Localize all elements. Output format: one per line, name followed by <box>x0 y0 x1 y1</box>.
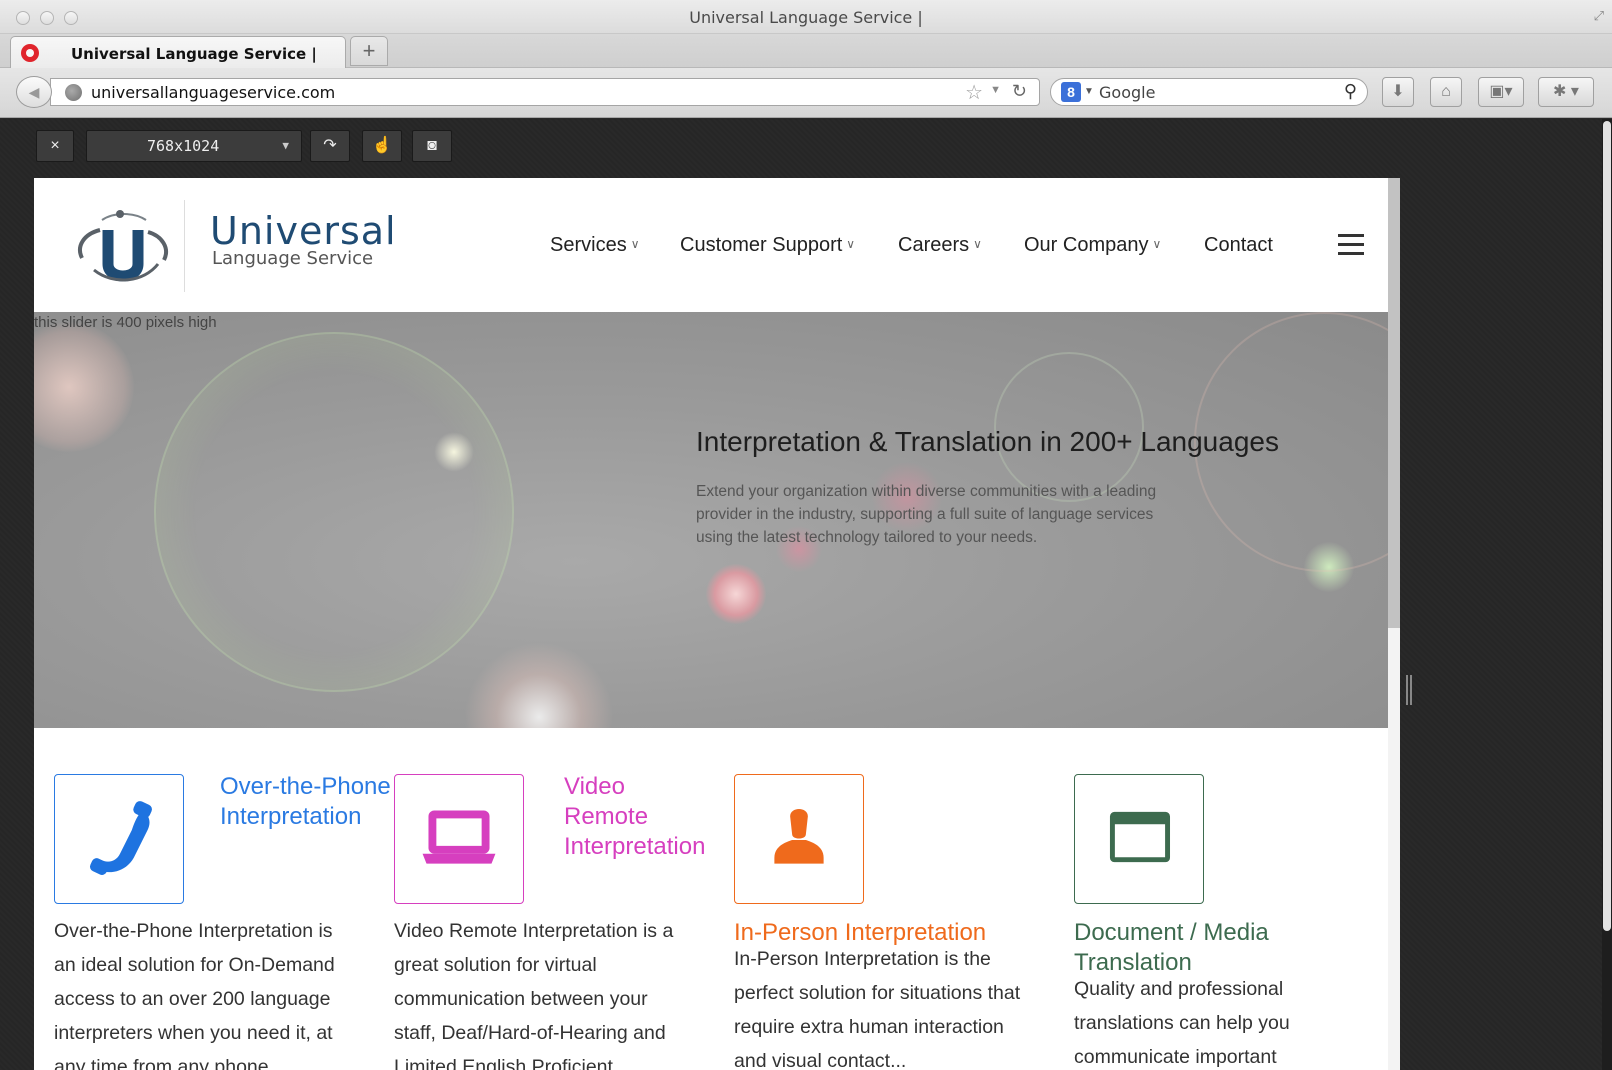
hero-text: Extend your organization within diverse … <box>696 483 1157 546</box>
tab-bar: Universal Language Service | + <box>0 34 1612 68</box>
close-responsive-button[interactable]: × <box>36 130 74 162</box>
in-person-feature-desc: In-Person Interpretation is the perfect … <box>734 948 1021 1070</box>
page-scrollbar-thumb[interactable] <box>1388 178 1400 628</box>
chevron-down-icon: ∨ <box>1152 237 1162 251</box>
downloads-button[interactable]: ⬇ <box>1382 77 1414 107</box>
search-icon[interactable]: ⚲ <box>1344 81 1357 102</box>
lens-flare <box>34 322 134 452</box>
reload-icon[interactable]: ↻ <box>1012 81 1027 102</box>
nav-label: Our Company <box>1024 234 1149 256</box>
document-feature-title[interactable]: Document / Media Translation <box>1074 918 1269 978</box>
document-feature-desc: Quality and professional translations ca… <box>1074 978 1290 1068</box>
addon-menu-button[interactable]: ✱ ▾ <box>1538 77 1594 107</box>
back-button[interactable]: ◀ <box>16 76 52 108</box>
nav-contact[interactable]: Contact <box>1204 234 1273 257</box>
web-page: Universal Language Service Services ∨ Cus… <box>34 178 1400 1070</box>
tab-universal-language-service[interactable]: Universal Language Service | <box>10 36 346 68</box>
universal-logo-icon[interactable] <box>74 202 172 290</box>
outer-scrollbar-thumb[interactable] <box>1603 121 1611 931</box>
screenshot-camera-icon[interactable]: ◙ <box>412 130 452 162</box>
chevron-down-icon: ∨ <box>630 237 640 251</box>
lens-flare <box>464 642 614 728</box>
lens-flare <box>154 332 514 692</box>
phone-icon <box>89 801 152 875</box>
bookmark-star-icon[interactable]: ☆ <box>965 80 983 105</box>
engine-dropdown-icon[interactable]: ▼ <box>1084 86 1094 97</box>
viewport-resize-handle[interactable] <box>1406 675 1412 705</box>
outer-scrollbar[interactable] <box>1602 119 1612 1070</box>
lens-flare <box>434 432 474 472</box>
window-title: Universal Language Service | <box>689 8 923 27</box>
search-input[interactable]: Google <box>1099 83 1155 102</box>
viewport-size-value: 768x1024 <box>147 137 220 155</box>
url-text[interactable]: universallanguageservice.com <box>91 83 335 102</box>
video-feature-card[interactable] <box>394 774 524 904</box>
site-favicon-icon <box>21 44 39 62</box>
nav-label: Customer Support <box>680 234 843 256</box>
hamburger-menu-icon[interactable] <box>1338 234 1364 256</box>
chevron-down-icon: ▼ <box>282 139 289 152</box>
bookmarks-menu-button[interactable]: ▣▾ <box>1478 77 1524 107</box>
chevron-down-icon: ∨ <box>846 237 856 251</box>
new-tab-button[interactable]: + <box>350 36 388 66</box>
chevron-down-icon: ∨ <box>973 237 982 251</box>
site-header: Universal Language Service Services ∨ Cus… <box>34 178 1388 312</box>
address-bar[interactable]: universallanguageservice.com ☆ ▼ ↻ <box>50 78 1040 106</box>
page-scrollbar[interactable] <box>1388 178 1400 1070</box>
logo-subtitle[interactable]: Language Service <box>212 250 373 268</box>
hero-title: Interpretation & Translation in 200+ Lan… <box>696 426 1279 457</box>
tab-label: Universal Language Service | <box>71 45 317 63</box>
folder-icon <box>1109 811 1171 863</box>
lens-flare <box>706 564 766 624</box>
logo-divider <box>184 200 185 292</box>
navigation-toolbar: universallanguageservice.com ☆ ▼ ↻ ◀ 8 ▼… <box>0 68 1612 118</box>
nav-services[interactable]: Services ∨ <box>550 234 640 257</box>
fullscreen-icon[interactable]: ⤢ <box>1594 8 1604 24</box>
phone-feature-card[interactable] <box>54 774 184 904</box>
touch-events-icon[interactable]: ☝ <box>362 130 402 162</box>
in-person-feature-card[interactable] <box>734 774 864 904</box>
rotate-icon[interactable]: ↷ <box>310 130 350 162</box>
home-button[interactable]: ⌂ <box>1430 77 1462 107</box>
nav-customer-support[interactable]: Customer Support ∨ <box>680 234 855 257</box>
globe-icon <box>65 84 82 101</box>
nav-label: Careers <box>898 234 970 256</box>
phone-feature-title[interactable]: Over-the-Phone Interpretation <box>220 772 391 832</box>
history-dropdown-icon[interactable]: ▼ <box>990 84 1001 96</box>
document-feature-card[interactable] <box>1074 774 1204 904</box>
nav-label: Contact <box>1204 234 1273 256</box>
google-engine-icon[interactable]: 8 <box>1061 82 1081 102</box>
window-titlebar: Universal Language Service | ⤢ <box>0 0 1612 34</box>
video-feature-title[interactable]: Video Remote Interpretation <box>564 772 705 862</box>
nav-label: Services <box>550 234 627 256</box>
slider-note: this slider is 400 pixels high <box>34 314 217 331</box>
logo-wordmark[interactable]: Universal <box>210 212 397 250</box>
video-feature-desc: Video Remote Interpretation is a great s… <box>394 920 674 1070</box>
search-bar[interactable]: 8 ▼ Google ⚲ <box>1050 78 1368 106</box>
nav-our-company[interactable]: Our Company ∨ <box>1024 234 1161 257</box>
viewport-size-select[interactable]: 768x1024 ▼ <box>86 130 302 162</box>
hero-slider: this slider is 400 pixels high Interpret… <box>34 312 1388 728</box>
person-icon <box>774 808 824 864</box>
phone-feature-desc: Over-the-Phone Interpretation is an idea… <box>54 920 335 1070</box>
laptop-icon <box>422 810 496 864</box>
nav-careers[interactable]: Careers ∨ <box>898 234 982 257</box>
